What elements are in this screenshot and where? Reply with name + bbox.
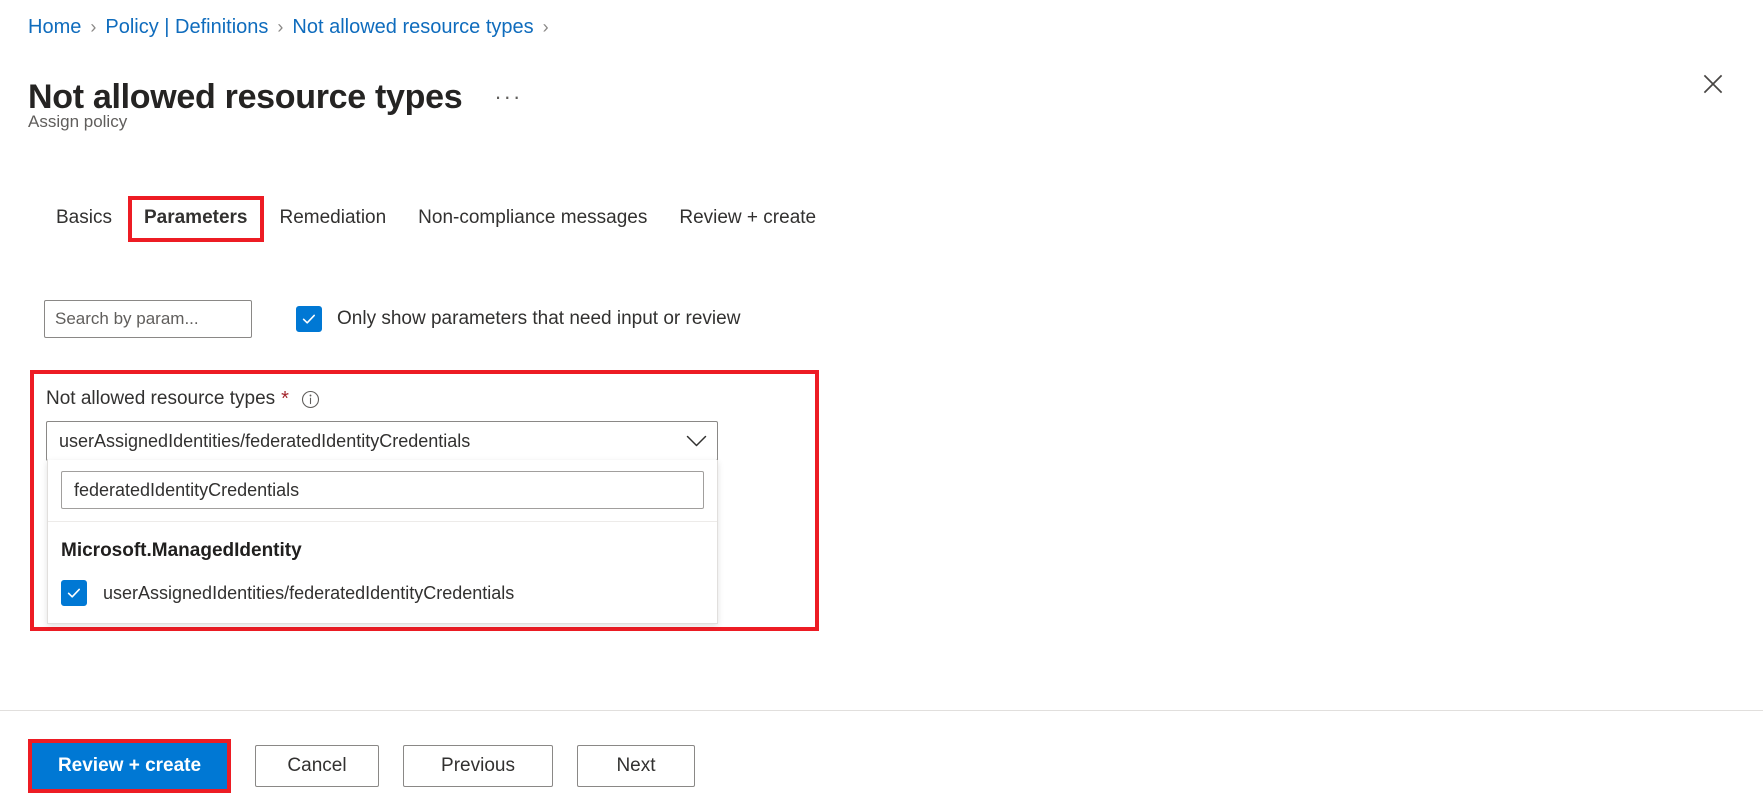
required-marker: * xyxy=(281,388,289,410)
parameter-label: Not allowed resource types xyxy=(46,388,276,409)
breadcrumb: Home › Policy | Definitions › Not allowe… xyxy=(28,14,558,40)
checkmark-icon xyxy=(67,588,80,598)
parameter-label-row: Not allowed resource types * xyxy=(46,386,807,412)
dropdown-option-label: userAssignedIdentities/federatedIdentity… xyxy=(103,583,515,603)
breadcrumb-item-home[interactable]: Home xyxy=(28,14,81,40)
parameter-field-group: Not allowed resource types * userAssigne… xyxy=(34,374,815,627)
footer-divider xyxy=(0,710,1763,711)
breadcrumb-separator-icon: › xyxy=(277,17,284,37)
resource-types-combobox[interactable]: userAssignedIdentities/federatedIdentity… xyxy=(46,421,718,461)
resource-types-combobox-value: userAssignedIdentities/federatedIdentity… xyxy=(59,431,471,451)
only-show-needing-input-row[interactable]: Only show parameters that need input or … xyxy=(296,306,740,332)
tab-parameters[interactable]: Parameters xyxy=(127,196,264,242)
dropdown-search-row xyxy=(48,460,717,522)
parameter-filter-row: Only show parameters that need input or … xyxy=(44,300,740,338)
info-icon[interactable] xyxy=(301,390,320,409)
only-show-needing-input-label[interactable]: Only show parameters that need input or … xyxy=(337,307,740,331)
previous-button[interactable]: Previous xyxy=(403,745,553,787)
resource-types-dropdown: Microsoft.ManagedIdentity userAssignedId… xyxy=(47,460,718,624)
parameter-highlight-box: Not allowed resource types * userAssigne… xyxy=(30,370,819,631)
checkmark-icon xyxy=(302,314,315,324)
page-subtitle: Assign policy xyxy=(28,112,128,131)
search-input[interactable] xyxy=(44,300,252,338)
tab-non-compliance-messages[interactable]: Non-compliance messages xyxy=(402,196,663,242)
tab-remediation[interactable]: Remediation xyxy=(264,196,403,242)
wizard-tabs: Basics Parameters Remediation Non-compli… xyxy=(40,196,832,242)
breadcrumb-item-policy-definitions[interactable]: Policy | Definitions xyxy=(105,14,268,40)
dropdown-option-checkbox[interactable] xyxy=(61,580,87,606)
breadcrumb-separator-icon: › xyxy=(90,17,97,37)
breadcrumb-item-not-allowed-resource-types[interactable]: Not allowed resource types xyxy=(292,14,533,40)
close-icon xyxy=(1702,73,1724,95)
footer-action-bar: Review + create Cancel Previous Next xyxy=(28,739,695,793)
tab-review-create[interactable]: Review + create xyxy=(663,196,832,242)
dropdown-option[interactable]: userAssignedIdentities/federatedIdentity… xyxy=(61,577,717,609)
next-button[interactable]: Next xyxy=(577,745,695,787)
dropdown-option-list: userAssignedIdentities/federatedIdentity… xyxy=(48,563,717,623)
dropdown-group-header: Microsoft.ManagedIdentity xyxy=(61,540,302,561)
more-options-icon[interactable]: ··· xyxy=(488,83,528,111)
chevron-down-icon[interactable] xyxy=(678,435,707,448)
cancel-button[interactable]: Cancel xyxy=(255,745,379,787)
breadcrumb-separator-icon: › xyxy=(542,17,549,37)
review-create-highlight-box: Review + create xyxy=(28,739,231,793)
review-create-button[interactable]: Review + create xyxy=(32,743,227,789)
dropdown-search-input[interactable] xyxy=(61,471,704,509)
tab-basics[interactable]: Basics xyxy=(40,196,128,242)
only-show-needing-input-checkbox[interactable] xyxy=(296,306,322,332)
close-button[interactable] xyxy=(1691,62,1735,106)
